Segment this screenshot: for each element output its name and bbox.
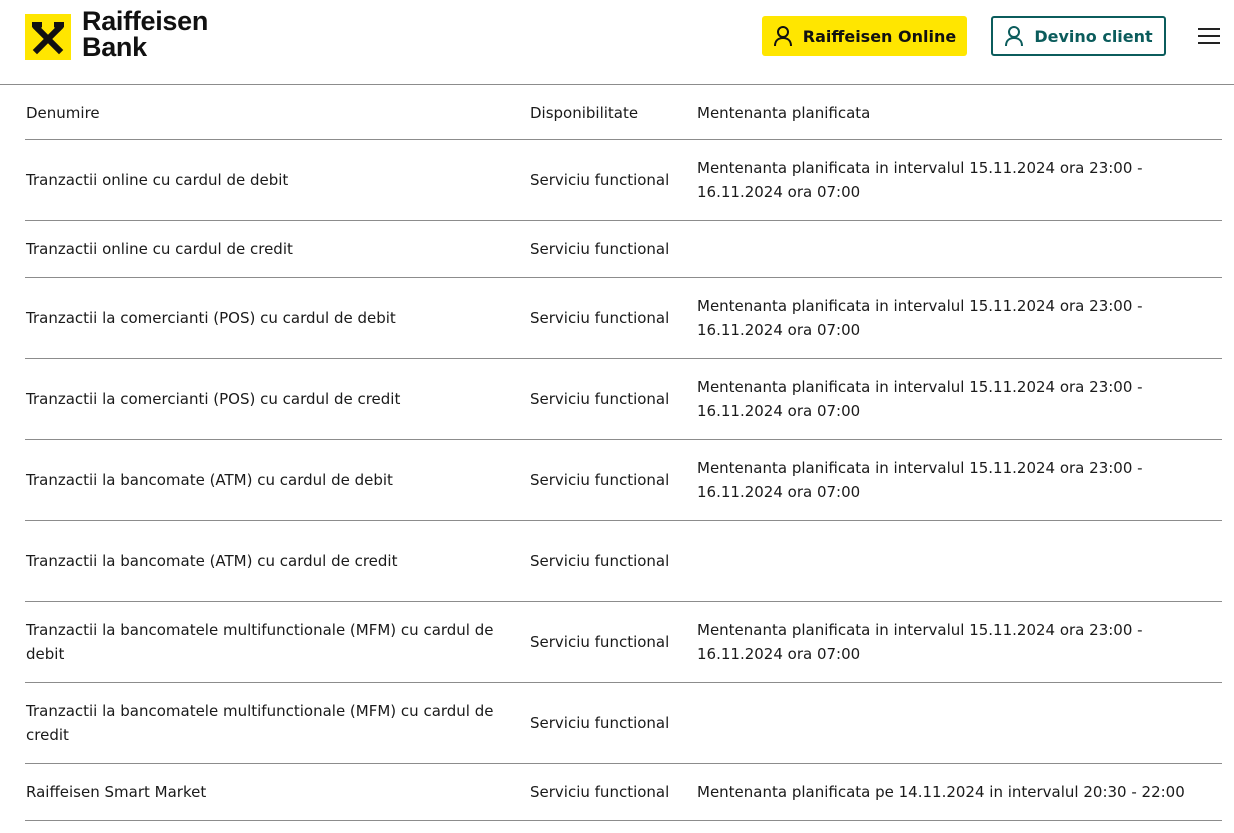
devino-client-label: Devino client — [1034, 26, 1153, 46]
service-maintenance: Mentenanta planificata in intervalul 15.… — [697, 621, 1143, 663]
service-name: Tranzactii la bancomatele multifunctiona… — [26, 702, 494, 744]
table-row: Tranzactii la bancomatele multifunctiona… — [25, 683, 1222, 764]
service-status: Serviciu functional — [530, 633, 670, 651]
column-header-availability: Disponibilitate — [530, 104, 639, 122]
service-status: Serviciu functional — [530, 714, 670, 732]
service-name: Tranzactii online cu cardul de credit — [26, 240, 293, 258]
table-row: Tranzactii online cu cardul de debit Ser… — [25, 140, 1222, 221]
site-header: Raiffeisen Bank Raiffeisen Online Devino… — [0, 0, 1234, 85]
table-row: Tranzactii la comercianti (POS) cu cardu… — [25, 359, 1222, 440]
service-status: Serviciu functional — [530, 240, 670, 258]
service-status: Serviciu functional — [530, 471, 670, 489]
service-name: Tranzactii la comercianti (POS) cu cardu… — [26, 309, 396, 327]
service-maintenance: Mentenanta planificata in intervalul 15.… — [697, 159, 1143, 201]
service-name: Tranzactii la bancomate (ATM) cu cardul … — [26, 471, 393, 489]
table-row: Raiffeisen Smart Market Serviciu functio… — [25, 764, 1222, 821]
brand-line-1: Raiffeisen — [82, 6, 209, 36]
service-status: Serviciu functional — [530, 552, 670, 570]
raiffeisen-logo-icon[interactable] — [25, 14, 71, 60]
user-icon — [773, 26, 792, 47]
service-maintenance: Mentenanta planificata pe 14.11.2024 in … — [697, 783, 1185, 801]
brand-line-2: Bank — [82, 32, 147, 62]
table-row: Tranzactii online cu cardul de credit Se… — [25, 221, 1222, 278]
brand-name[interactable]: Raiffeisen Bank — [82, 6, 209, 62]
service-name: Tranzactii la bancomate (ATM) cu cardul … — [26, 552, 398, 570]
service-status-table: Denumire Disponibilitate Mentenanta plan… — [25, 85, 1222, 821]
service-status: Serviciu functional — [530, 783, 670, 801]
table-header-row: Denumire Disponibilitate Mentenanta plan… — [25, 85, 1222, 140]
table-row: Tranzactii la bancomate (ATM) cu cardul … — [25, 440, 1222, 521]
service-status: Serviciu functional — [530, 309, 670, 327]
table-row: Tranzactii la bancomate (ATM) cu cardul … — [25, 521, 1222, 602]
service-name: Tranzactii online cu cardul de debit — [26, 171, 289, 189]
raiffeisen-online-button[interactable]: Raiffeisen Online — [762, 16, 967, 56]
user-icon — [1005, 26, 1024, 47]
service-status: Serviciu functional — [530, 390, 670, 408]
service-maintenance: Mentenanta planificata in intervalul 15.… — [697, 378, 1143, 420]
column-header-name: Denumire — [26, 104, 100, 122]
service-name: Tranzactii la bancomatele multifunctiona… — [26, 621, 494, 663]
service-name: Raiffeisen Smart Market — [26, 783, 207, 801]
hamburger-menu-icon[interactable] — [1198, 26, 1222, 46]
service-status: Serviciu functional — [530, 171, 670, 189]
service-maintenance: Mentenanta planificata in intervalul 15.… — [697, 459, 1143, 501]
devino-client-button[interactable]: Devino client — [991, 16, 1166, 56]
service-name: Tranzactii la comercianti (POS) cu cardu… — [26, 390, 401, 408]
service-maintenance: Mentenanta planificata in intervalul 15.… — [697, 297, 1143, 339]
column-header-maintenance: Mentenanta planificata — [697, 104, 871, 122]
raiffeisen-online-label: Raiffeisen Online — [802, 26, 957, 46]
table-row: Tranzactii la bancomatele multifunctiona… — [25, 602, 1222, 683]
table-row: Tranzactii la comercianti (POS) cu cardu… — [25, 278, 1222, 359]
